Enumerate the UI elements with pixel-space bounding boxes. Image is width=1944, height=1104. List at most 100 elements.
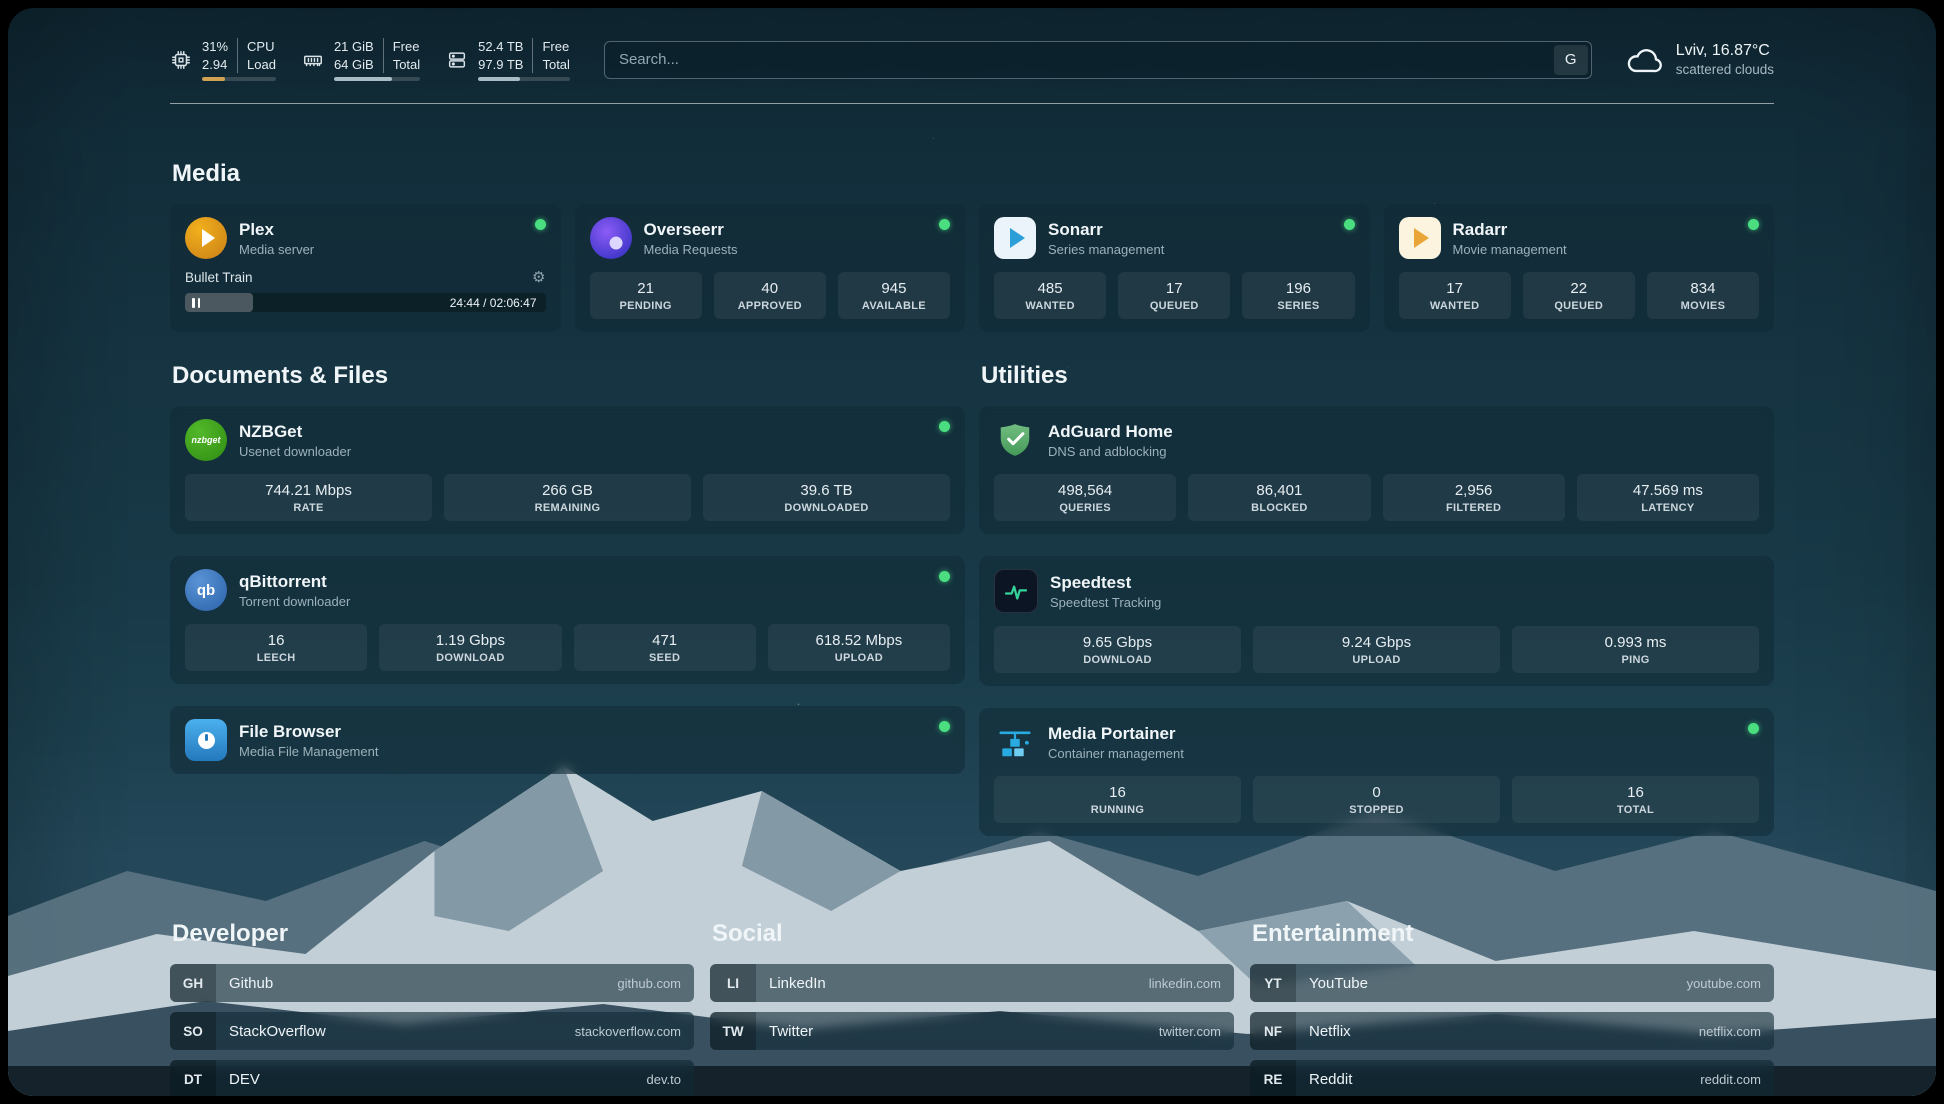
adguard-icon [994, 419, 1036, 461]
service-title: Speedtest [1050, 573, 1161, 593]
bookmark-name: Twitter [769, 1023, 813, 1040]
disk-progress-bar [478, 77, 570, 81]
stat-label: BLOCKED [1190, 502, 1368, 514]
stat-label: QUEUED [1525, 300, 1633, 312]
bookmark-github[interactable]: GH Github github.com [170, 964, 694, 1002]
stat-value: 945 [840, 280, 948, 297]
cpu-progress-bar [202, 77, 276, 81]
stat-label: LATENCY [1579, 502, 1757, 514]
pause-icon[interactable] [192, 298, 200, 308]
bookmark-name: StackOverflow [229, 1023, 326, 1040]
bookmark-youtube[interactable]: YT YouTube youtube.com [1250, 964, 1774, 1002]
plex-icon [185, 217, 227, 259]
stat-value: 1.19 Gbps [381, 632, 559, 649]
service-card-adguard[interactable]: AdGuard Home DNS and adblocking 498,564Q… [979, 406, 1774, 534]
service-card-plex[interactable]: Plex Media server Bullet Train 24:44 / 0… [170, 204, 561, 332]
cloud-icon [1626, 45, 1664, 75]
gear-icon[interactable] [532, 270, 545, 285]
sonarr-icon [994, 217, 1036, 259]
service-card-nzbget[interactable]: nzbget NZBGet Usenet downloader 744.21 M… [170, 406, 965, 534]
bookmark-twitter[interactable]: TW Twitter twitter.com [710, 1012, 1234, 1050]
stat-value: 2,956 [1385, 482, 1563, 499]
search-input[interactable] [604, 41, 1592, 79]
stat-box: 744.21 MbpsRATE [185, 474, 432, 521]
service-card-filebrowser[interactable]: File Browser Media File Management [170, 706, 965, 774]
stat-value: 196 [1244, 280, 1352, 297]
status-dot [1748, 219, 1759, 230]
bookmark-netflix[interactable]: NF Netflix netflix.com [1250, 1012, 1774, 1050]
service-card-overseerr[interactable]: Overseerr Media Requests 21PENDING 40APP… [575, 204, 966, 332]
service-title: Media Portainer [1048, 724, 1184, 744]
stat-label: FILTERED [1385, 502, 1563, 514]
service-subtitle: Usenet downloader [239, 444, 351, 459]
service-card-qbittorrent[interactable]: qb qBittorrent Torrent downloader 16LEEC… [170, 556, 965, 684]
stat-box: 485WANTED [994, 272, 1106, 319]
stat-value: 266 GB [446, 482, 689, 499]
stat-label: APPROVED [716, 300, 824, 312]
stat-box: 39.6 TB DOWNLOADED [703, 474, 950, 521]
status-dot [939, 571, 950, 582]
section-title-documents: Documents & Files [172, 362, 965, 390]
service-card-portainer[interactable]: Media Portainer Container management 16R… [979, 708, 1774, 836]
service-subtitle: Container management [1048, 746, 1184, 761]
disk-total-label: Total [532, 56, 569, 74]
stat-label: PENDING [592, 300, 700, 312]
service-card-sonarr[interactable]: Sonarr Series management 485WANTED 17QUE… [979, 204, 1370, 332]
disk-free-value: 52.4 TB [478, 38, 523, 56]
stat-label: LEECH [187, 652, 365, 664]
service-title: NZBGet [239, 422, 351, 442]
qbittorrent-icon: qb [185, 569, 227, 611]
nzbget-icon: nzbget [185, 419, 227, 461]
stat-value: 47.569 ms [1579, 482, 1757, 499]
stat-box: 945AVAILABLE [838, 272, 950, 319]
service-title: File Browser [239, 722, 378, 742]
plex-time: 24:44 / 02:06:47 [450, 296, 537, 310]
top-bar: 31% CPU 2.94 Load [170, 8, 1774, 81]
stat-value: 0 [1255, 784, 1498, 801]
status-dot [535, 219, 546, 230]
stat-box: 9.65 GbpsDOWNLOAD [994, 626, 1241, 673]
stat-box: 16LEECH [185, 624, 367, 671]
stat-value: 498,564 [996, 482, 1174, 499]
service-title: AdGuard Home [1048, 422, 1173, 442]
stat-label: DOWNLOADED [705, 502, 948, 514]
stat-box: 1.19 GbpsDOWNLOAD [379, 624, 561, 671]
stat-label: QUEUED [1120, 300, 1228, 312]
weather-location: Lviv, 16.87°C [1676, 42, 1774, 60]
memory-free-value: 21 GiB [334, 38, 374, 56]
status-dot [939, 219, 950, 230]
dashboard-window: 31% CPU 2.94 Load [8, 8, 1936, 1096]
bookmark-stackoverflow[interactable]: SO StackOverflow stackoverflow.com [170, 1012, 694, 1050]
stat-label: WANTED [1401, 300, 1509, 312]
bookmark-linkedin[interactable]: LI LinkedIn linkedin.com [710, 964, 1234, 1002]
service-subtitle: Media server [239, 242, 314, 257]
bookmark-abbr: DT [170, 1060, 216, 1096]
radarr-icon [1399, 217, 1441, 259]
bookmark-url: stackoverflow.com [575, 1024, 681, 1039]
bookmark-url: twitter.com [1159, 1024, 1221, 1039]
portainer-icon [994, 721, 1036, 763]
service-title: Sonarr [1048, 220, 1164, 240]
bookmark-name: YouTube [1309, 975, 1368, 992]
weather-widget: Lviv, 16.87°C scattered clouds [1626, 42, 1774, 77]
bookmark-dev[interactable]: DT DEV dev.to [170, 1060, 694, 1096]
section-title-media: Media [172, 160, 1774, 188]
section-utilities: Utilities AdGuard Home DNS and adblockin… [979, 362, 1774, 858]
bookmark-group-developer: Developer GH Github github.com SO StackO… [170, 920, 694, 1096]
stat-box: 17 WANTED [1399, 272, 1511, 319]
stat-label: UPLOAD [1255, 654, 1498, 666]
service-subtitle: DNS and adblocking [1048, 444, 1173, 459]
stat-value: 39.6 TB [705, 482, 948, 499]
section-media: Media Plex Media server Bullet Train [170, 160, 1774, 332]
section-title-entertainment: Entertainment [1252, 920, 1774, 948]
stat-value: 17 [1401, 280, 1509, 297]
service-card-radarr[interactable]: Radarr Movie management 17WANTED 22QUEUE… [1384, 204, 1775, 332]
status-dot [1748, 723, 1759, 734]
search-provider-button[interactable]: G [1554, 45, 1588, 75]
bookmark-reddit[interactable]: RE Reddit reddit.com [1250, 1060, 1774, 1096]
stat-label: SERIES [1244, 300, 1352, 312]
stat-value: 22 [1525, 280, 1633, 297]
bookmark-name: DEV [229, 1071, 260, 1088]
memory-total-value: 64 GiB [334, 56, 374, 74]
service-card-speedtest[interactable]: Speedtest Speedtest Tracking 9.65 GbpsDO… [979, 556, 1774, 686]
